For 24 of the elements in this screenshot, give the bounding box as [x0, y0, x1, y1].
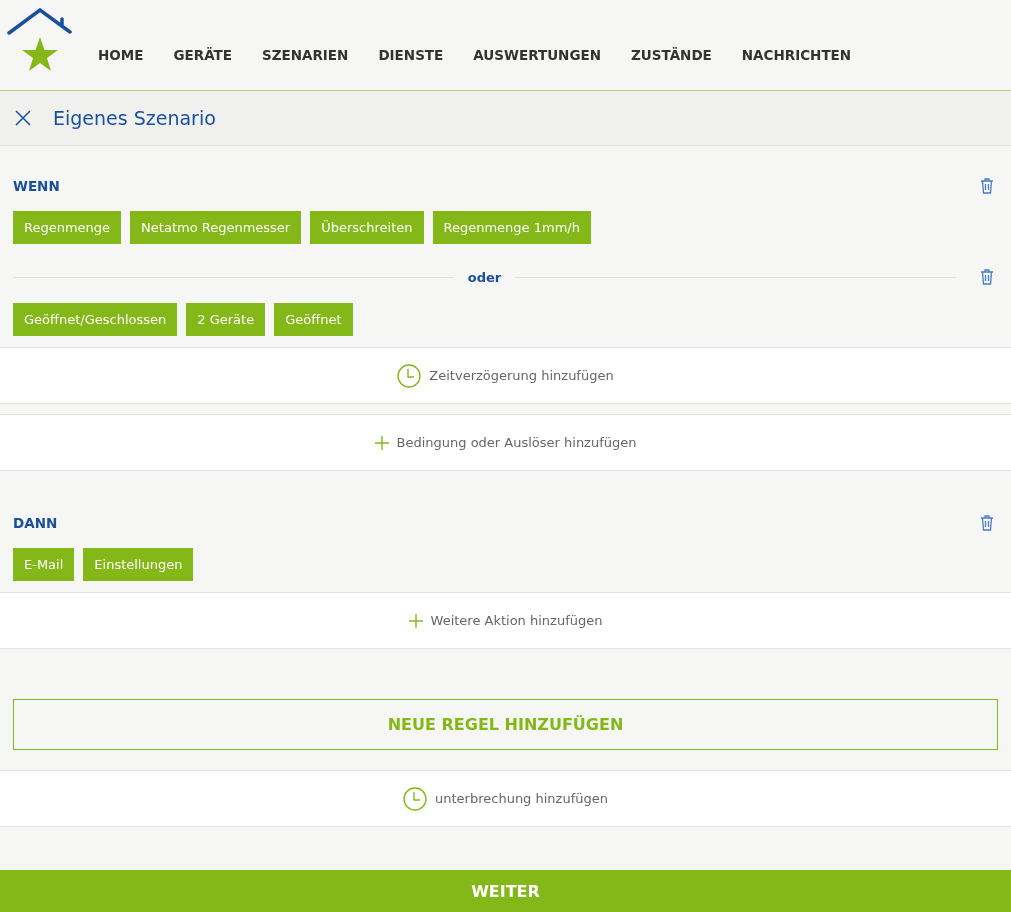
clock-icon	[397, 363, 422, 388]
plus-icon	[374, 435, 389, 450]
trash-icon[interactable]	[980, 515, 994, 531]
section-label: DANN	[13, 515, 58, 531]
clock-icon	[403, 786, 428, 811]
add-action-row[interactable]: unterbrechung hinzufügen	[0, 770, 1011, 827]
nav-link[interactable]: HOME	[83, 47, 159, 63]
add-action-row[interactable]: Bedingung oder Auslöser hinzufügen	[0, 414, 1011, 471]
nav-link[interactable]: DIENSTE	[363, 47, 459, 63]
page-title: Eigenes Szenario	[53, 107, 216, 129]
plus-icon	[408, 613, 423, 628]
nav-link[interactable]: ZUSTÄNDE	[616, 47, 727, 63]
add-action-row[interactable]: Weitere Aktion hinzufügen	[0, 592, 1011, 649]
trash-icon[interactable]	[980, 269, 994, 285]
nav-link[interactable]: GERÄTE	[158, 47, 247, 63]
separator-label: oder	[467, 269, 502, 285]
nav-link[interactable]: SZENARIEN	[246, 47, 364, 63]
close-icon[interactable]	[15, 110, 31, 126]
add-action-row[interactable]: Zeitverzögerung hinzufügen	[0, 347, 1011, 404]
nav-link[interactable]: AUSWERTUNGEN	[458, 47, 616, 63]
trash-icon[interactable]	[980, 178, 994, 194]
nav-link[interactable]: NACHRICHTEN	[726, 47, 867, 63]
logo-drawing[interactable]	[7, 8, 73, 72]
section-label: WENN	[13, 178, 60, 194]
